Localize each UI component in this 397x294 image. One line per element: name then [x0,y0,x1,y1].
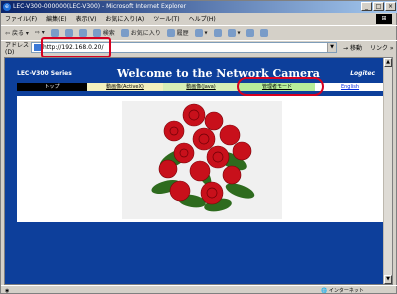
history-button[interactable]: 履歴 [166,28,189,38]
window-title: LEC-V300-000000(LEC-V300) - Microsoft In… [13,3,187,10]
status-zone-label: インターネット [328,288,364,294]
menu-favorites[interactable]: お気に入り(A) [105,14,144,23]
logitec-logo: Logitec [350,70,375,77]
menu-bar: ファイル(F) 編集(E) 表示(V) お気に入り(A) ツール(T) ヘルプ(… [1,13,397,24]
forward-button[interactable]: ⇨ ▾ [35,29,45,36]
nav-video-activex[interactable]: 動画像(ActiveX) [87,83,163,91]
address-highlight-annotation [41,37,111,58]
brand-text: LEC-V300 Series [17,70,72,77]
title-bar: e LEC-V300-000000(LEC-V300) - Microsoft … [1,1,397,13]
menu-help[interactable]: ヘルプ(H) [189,14,216,23]
back-button[interactable]: ⇦ 戻る ▾ [5,28,29,37]
address-dropdown-icon[interactable]: ▼ [327,43,336,52]
browser-window: e LEC-V300-000000(LEC-V300) - Microsoft … [0,0,397,294]
scroll-up-icon[interactable]: ▲ [384,58,392,67]
menu-file[interactable]: ファイル(F) [5,14,37,23]
image-panel [17,96,385,222]
go-button[interactable]: → 移動 [343,43,362,52]
search-button[interactable]: 検索 [92,28,115,38]
scroll-down-icon[interactable]: ▼ [384,275,392,284]
print-icon [213,28,222,37]
discuss-button[interactable] [246,28,255,37]
back-label: 戻る [11,30,24,37]
links-button[interactable]: リンク » [370,43,394,52]
stop-icon [50,28,59,37]
status-page-icon: ◉ [5,287,10,294]
favorites-label: お気に入り [130,29,161,37]
status-bar: ◉ 🌐 インターネット [1,285,397,294]
menu-view[interactable]: 表示(V) [76,14,97,23]
refresh-button[interactable] [64,28,73,37]
menu-tools[interactable]: ツール(T) [153,14,179,23]
maximize-button[interactable]: □ [373,2,384,11]
print-button[interactable] [213,28,222,37]
home-button[interactable] [78,28,87,37]
search-label: 検索 [102,29,115,37]
close-button[interactable]: × [385,2,396,11]
page-content: LEC-V300 Series Welcome to the Network C… [4,57,393,285]
window-controls: _ □ × [361,2,396,11]
discuss-icon [246,28,255,37]
vertical-scrollbar[interactable]: ▲ ▼ [383,58,392,284]
roses-illustration [122,101,282,219]
messenger-button[interactable] [260,28,269,37]
refresh-icon [64,28,73,37]
windows-logo-icon: ⊞ [376,14,392,24]
status-zone: 🌐 インターネット [321,288,364,294]
history-icon [166,29,175,38]
nav-english[interactable]: English [315,83,385,91]
nav-top[interactable]: トップ [17,83,87,91]
minimize-button[interactable]: _ [361,2,372,11]
history-label: 履歴 [176,29,189,37]
menu-edit[interactable]: 編集(E) [46,14,66,23]
mail-icon [194,28,203,37]
favorites-button[interactable]: お気に入り [120,28,161,38]
rose-photo [122,101,282,219]
page-header: LEC-V300 Series Welcome to the Network C… [5,67,385,81]
home-icon [78,28,87,37]
go-label: 移動 [349,45,362,52]
page-icon [34,44,41,51]
stop-button[interactable] [50,28,59,37]
favorites-icon [120,29,129,38]
nav-video-java[interactable]: 動画像(Java) [163,83,239,91]
edit-icon [227,28,236,37]
address-label: アドレス(D) [5,41,30,56]
edit-button[interactable]: ▾ [227,28,240,37]
links-label: リンク [369,45,388,52]
messenger-icon [260,28,269,37]
admin-highlight-annotation [237,77,324,96]
nav-bar: トップ 動画像(ActiveX) 動画像(Java) 管理者モード Englis… [17,83,385,91]
ie-icon: e [3,3,11,11]
mail-button[interactable]: ▾ [194,28,208,37]
